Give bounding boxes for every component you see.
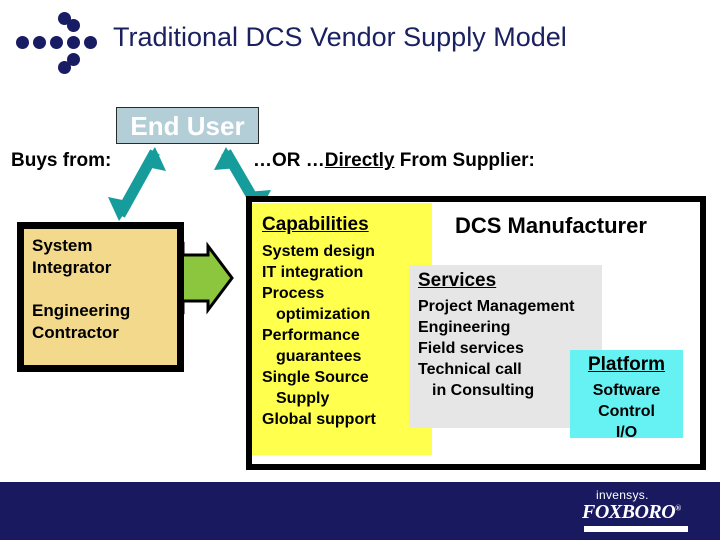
service-item: Engineering: [418, 319, 511, 336]
footer-bar: invensys. FOXBORO®: [0, 482, 720, 540]
capabilities-heading: Capabilities: [262, 214, 369, 235]
si-line-2: Integrator: [32, 258, 112, 277]
from-supplier-suffix: From Supplier:: [394, 150, 535, 171]
system-integrator-text: System Integrator Engineering Contractor: [32, 235, 173, 344]
brand-underline-bar: [584, 526, 688, 532]
buys-from-label: Buys from:: [11, 150, 112, 171]
slide-root: Traditional DCS Vendor Supply Model End …: [0, 0, 720, 540]
dcs-manufacturer-heading: DCS Manufacturer: [455, 213, 647, 238]
platform-item: Software: [592, 382, 661, 399]
capability-item: Supply: [276, 390, 330, 407]
si-line-3: Engineering: [32, 301, 131, 320]
system-integrator-box: System Integrator Engineering Contractor: [17, 222, 184, 372]
capability-item: optimization: [276, 306, 371, 323]
or-prefix: …OR …: [253, 150, 325, 171]
foxboro-text: FOXBORO: [582, 501, 676, 523]
arrow-end-user-to-system-integrator: [108, 147, 166, 221]
capabilities-list: System design IT integration Process optimi…: [262, 241, 430, 430]
capabilities-panel: Capabilities System design IT integration…: [252, 203, 432, 455]
capability-item: Process: [262, 285, 325, 302]
si-spacer: [32, 279, 173, 300]
si-line-4: Contractor: [32, 323, 119, 342]
invensys-wordmark: invensys.: [596, 488, 649, 502]
registered-mark-icon: ®: [675, 503, 681, 513]
platform-item: I/O: [615, 424, 638, 441]
services-heading: Services: [418, 270, 497, 291]
platform-heading: Platform: [587, 354, 666, 375]
end-user-box: End User: [116, 107, 259, 144]
capability-item: System design: [262, 243, 375, 260]
platform-box: Platform Software Control I/O: [570, 350, 683, 441]
capability-item: Single Source: [262, 369, 369, 386]
capability-item: Performance: [262, 327, 360, 344]
capability-item: guarantees: [276, 348, 362, 365]
end-user-label: End User: [130, 111, 245, 141]
platform-item: Control: [598, 403, 655, 420]
foxboro-wordmark: FOXBORO®: [582, 501, 681, 524]
si-line-1: System: [32, 236, 93, 255]
or-directly-from-supplier-label: …OR …Directly From Supplier:: [253, 150, 535, 172]
platform-list: Software Control I/O: [570, 380, 683, 443]
capability-item: IT integration: [262, 264, 364, 281]
capability-item: Global support: [262, 411, 376, 428]
directly-underlined: Directly: [324, 150, 395, 171]
invensys-foxboro-logo: invensys. FOXBORO®: [582, 488, 698, 534]
service-item: Project Management: [418, 298, 575, 315]
